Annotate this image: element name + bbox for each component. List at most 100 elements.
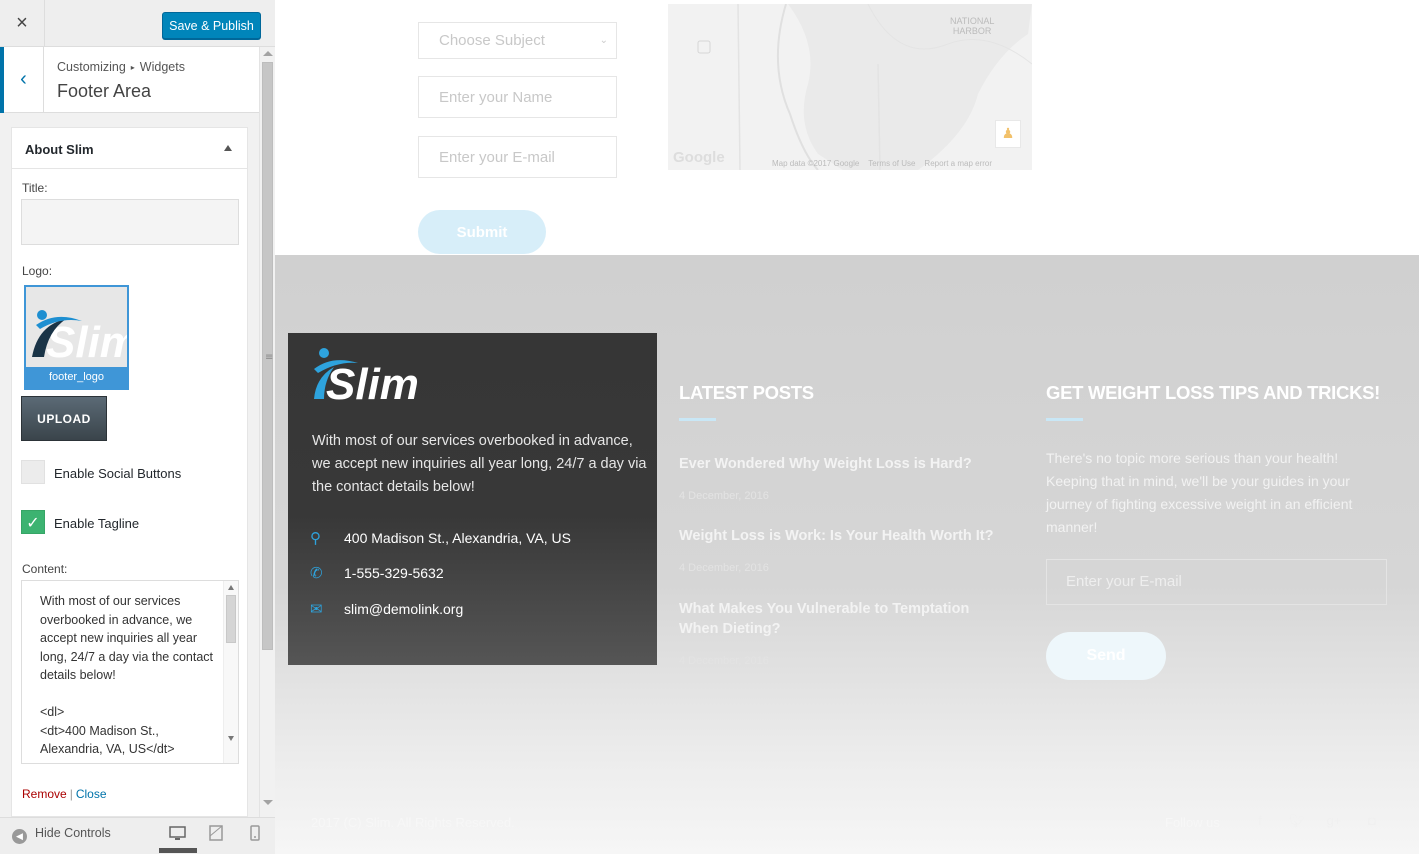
content-label: Content: bbox=[22, 562, 68, 576]
section-header: ‹ Customizing ▸ Widgets Footer Area bbox=[0, 47, 259, 113]
copyright-text: 2017 (C) Slim. All Rights Reserved. bbox=[311, 815, 515, 830]
footer-logo: Slim bbox=[312, 347, 442, 409]
enable-tagline-label: Enable Tagline bbox=[54, 516, 140, 531]
google-plus-icon[interactable]: g+ bbox=[1324, 812, 1344, 830]
logo-label: Logo: bbox=[22, 264, 53, 278]
follow-us-label: Follow us bbox=[1165, 815, 1220, 830]
hide-controls-label: Hide Controls bbox=[35, 826, 111, 840]
latest-posts-title: LATEST POSTS bbox=[679, 382, 814, 403]
post-link[interactable]: Weight Loss is Work: Is Your Health Wort… bbox=[679, 526, 1009, 546]
post-link[interactable]: What Makes You Vulnerable to Temptation … bbox=[679, 599, 1009, 639]
collapse-left-icon: ◀ bbox=[12, 829, 27, 844]
widget-header[interactable]: About Slim bbox=[12, 128, 247, 169]
content-textarea[interactable]: With most of our services overbooked in … bbox=[21, 580, 239, 764]
about-text: With most of our services overbooked in … bbox=[312, 433, 647, 495]
name-input[interactable]: Enter your Name bbox=[418, 76, 617, 118]
customizer-panel: ‹ Customizing ▸ Widgets Footer Area About … bbox=[0, 47, 259, 817]
newsletter-email-input[interactable]: Enter your E-mail bbox=[1046, 559, 1387, 605]
enable-social-label: Enable Social Buttons bbox=[54, 466, 182, 481]
customizer-footer: ◀ Hide Controls bbox=[0, 817, 275, 854]
scroll-up-icon[interactable] bbox=[228, 585, 234, 590]
title-label: Title: bbox=[22, 181, 48, 195]
chevron-left-icon: ‹ bbox=[20, 68, 27, 90]
remove-link[interactable]: Remove bbox=[22, 787, 67, 801]
google-map[interactable]: NATIONAL HARBOR Google Map data ©2017 Go… bbox=[668, 4, 1032, 170]
content-scrollbar[interactable] bbox=[223, 581, 238, 763]
upload-button[interactable]: UPLOAD bbox=[21, 396, 107, 441]
subject-select[interactable]: Choose Subject ⌄ bbox=[418, 22, 617, 59]
pegman-icon[interactable]: ♟ bbox=[995, 120, 1021, 148]
back-button[interactable]: ‹ bbox=[0, 47, 44, 113]
save-publish-button[interactable]: Save & Publish bbox=[162, 12, 261, 39]
tips-text: There's no topic more serious than your … bbox=[1046, 450, 1353, 535]
widget-title: About Slim bbox=[25, 142, 94, 157]
email-input[interactable]: Enter your E-mail bbox=[418, 136, 617, 178]
close-customizer-button[interactable]: × bbox=[0, 0, 45, 47]
submit-button[interactable]: Submit bbox=[418, 210, 546, 254]
post-date: 4 December, 2016 bbox=[679, 655, 769, 667]
title-input[interactable] bbox=[21, 199, 239, 245]
enable-tagline-checkbox[interactable]: ✓ bbox=[21, 510, 45, 534]
slim-logo-icon: Slim bbox=[314, 348, 419, 409]
slim-logo-icon: Slim bbox=[32, 310, 127, 367]
facebook-icon[interactable]: f bbox=[1250, 812, 1270, 830]
google-logo: Google bbox=[673, 149, 725, 166]
breadcrumb: Customizing ▸ Widgets bbox=[57, 60, 185, 74]
widget-actions: Remove | Close bbox=[22, 787, 107, 801]
enable-social-checkbox[interactable] bbox=[21, 460, 45, 484]
subject-placeholder: Choose Subject bbox=[439, 32, 545, 49]
scroll-up-icon[interactable] bbox=[263, 51, 273, 56]
tips-title: GET WEIGHT LOSS TIPS AND TRICKS! bbox=[1046, 382, 1381, 403]
close-link[interactable]: Close bbox=[76, 787, 107, 801]
hide-controls-button[interactable]: ◀ Hide Controls bbox=[12, 826, 111, 844]
actions-separator: | bbox=[69, 787, 73, 801]
logo-preview[interactable]: Slim footer_logo bbox=[24, 285, 129, 390]
content-value: With most of our services overbooked in … bbox=[40, 594, 214, 756]
customizer-sidebar: × Save & Publish ‹ Customizing ▸ Widgets F… bbox=[0, 0, 275, 854]
breadcrumb-leaf: Widgets bbox=[139, 60, 185, 74]
title-underline bbox=[1046, 418, 1083, 421]
terms-link[interactable]: Terms of Use bbox=[868, 159, 915, 168]
map-marker-icon: ⚲ bbox=[310, 530, 321, 547]
scroll-down-icon[interactable] bbox=[263, 800, 273, 805]
breadcrumb-root: Customizing bbox=[57, 60, 126, 74]
map-attribution: Map data ©2017 Google Terms of Use Report … bbox=[772, 159, 1001, 168]
map-data-label: Map data ©2017 Google bbox=[772, 159, 860, 168]
post-date: 4 December, 2016 bbox=[679, 490, 769, 502]
contact-address: ⚲ 400 Madison St., Alexandria, VA, US bbox=[310, 529, 571, 547]
about-widget: Slim With most of our services overbooke… bbox=[288, 333, 657, 665]
envelope-icon: ✉ bbox=[310, 601, 323, 618]
mobile-preview-icon[interactable] bbox=[247, 823, 267, 843]
tablet-preview-icon[interactable] bbox=[207, 823, 227, 843]
grip-icon: ≡ bbox=[265, 352, 274, 363]
twitter-icon[interactable]: 🐦︎ bbox=[1287, 812, 1307, 830]
contact-section: Choose Subject ⌄ Enter your Name Enter yo… bbox=[275, 0, 1419, 255]
logo-thumbnail: Slim bbox=[26, 287, 127, 367]
checkmark-icon: ✓ bbox=[26, 513, 40, 532]
instagram-icon[interactable]: ◘ bbox=[1362, 812, 1382, 830]
svg-text:Slim: Slim bbox=[326, 360, 419, 407]
map-place-label: NATIONAL HARBOR bbox=[950, 16, 995, 36]
collapse-arrow-icon[interactable] bbox=[224, 145, 232, 151]
post-link[interactable]: Ever Wondered Why Weight Loss is Hard? bbox=[679, 454, 1009, 474]
active-device-indicator bbox=[159, 848, 197, 853]
email-text[interactable]: slim@demolink.org bbox=[344, 601, 463, 617]
panel-scrollbar[interactable]: ≡ bbox=[259, 47, 275, 817]
breadcrumb-arrow-icon: ▸ bbox=[130, 63, 135, 72]
customizer-header: × Save & Publish bbox=[0, 0, 275, 47]
address-text: 400 Madison St., Alexandria, VA, US bbox=[344, 530, 571, 546]
contact-email: ✉ slim@demolink.org bbox=[310, 600, 463, 618]
desktop-preview-icon[interactable] bbox=[168, 823, 188, 843]
report-error-link[interactable]: Report a map error bbox=[924, 159, 992, 168]
panel-scroll-thumb[interactable]: ≡ bbox=[262, 62, 273, 650]
section-title: Footer Area bbox=[57, 81, 152, 101]
send-button[interactable]: Send bbox=[1046, 632, 1166, 680]
post-date: 4 December, 2016 bbox=[679, 562, 769, 574]
scroll-down-icon[interactable] bbox=[228, 736, 234, 741]
chevron-down-icon: ⌄ bbox=[599, 35, 608, 46]
widget-about-slim: About Slim Title: Logo: Slim footer_logo… bbox=[11, 127, 248, 817]
content-scroll-thumb[interactable] bbox=[226, 595, 236, 643]
phone-text: 1-555-329-5632 bbox=[344, 565, 444, 581]
phone-icon: ✆ bbox=[310, 565, 323, 582]
site-footer: Slim With most of our services overbooke… bbox=[275, 255, 1419, 854]
